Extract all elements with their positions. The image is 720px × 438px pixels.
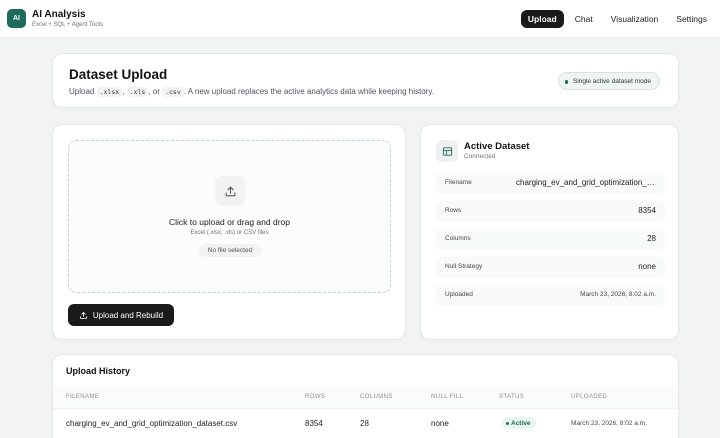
dataset-filename-row: Filename charging_ev_and_grid_optimizati…	[436, 173, 665, 194]
rows-value: 8354	[638, 206, 656, 215]
tab-settings[interactable]: Settings	[669, 10, 714, 28]
file-status: No file selected	[199, 244, 261, 257]
upload-icon	[215, 176, 245, 206]
table-icon	[436, 140, 458, 162]
dataset-columns-row: Columns 28	[436, 229, 665, 250]
filename-label: Filename	[445, 179, 472, 186]
tab-visualization[interactable]: Visualization	[604, 10, 666, 28]
columns-label: Columns	[445, 235, 471, 242]
upload-card: Click to upload or drag and drop Excel (…	[52, 124, 406, 340]
active-dataset-card: Active Dataset Connected Filename chargi…	[420, 124, 679, 340]
dataset-null-strategy-row: Null Strategy none	[436, 257, 665, 278]
upload-history-card: Upload History FILENAME ROWS COLUMNS NUL…	[52, 354, 679, 438]
file-dropzone[interactable]: Click to upload or drag and drop Excel (…	[68, 140, 391, 293]
row-filename: charging_ev_and_grid_optimization_datase…	[66, 419, 238, 428]
upload-history-title: Upload History	[66, 366, 131, 376]
col-status: STATUS	[499, 394, 525, 400]
history-table-header: FILENAME ROWS COLUMNS NULL FILL STATUS U…	[53, 386, 678, 408]
header-divider	[53, 408, 678, 409]
upload-button-label: Upload and Rebuild	[92, 310, 164, 320]
col-columns: COLUMNS	[360, 394, 393, 400]
desc-prefix: Upload	[69, 87, 95, 96]
columns-value: 28	[647, 234, 656, 243]
null-strategy-label: Null Strategy	[445, 263, 483, 270]
rows-label: Rows	[445, 207, 462, 214]
row-null-fill: none	[431, 419, 449, 428]
upload-button-icon	[79, 311, 87, 319]
dropzone-title: Click to upload or drag and drop	[169, 217, 290, 227]
upload-header-card: Dataset Upload Upload .xlsx, .xls, or .c…	[52, 53, 679, 108]
row-columns: 28	[360, 419, 369, 428]
dropzone-subtitle: Excel (.xlsx, .xls) or CSV files	[190, 230, 269, 236]
page-title: Dataset Upload	[69, 67, 168, 82]
app-title: AI Analysis	[32, 9, 86, 20]
desc-sep-2: , or	[148, 87, 160, 96]
active-dot-icon	[506, 421, 509, 425]
row-rows: 8354	[305, 419, 323, 428]
uploaded-label: Uploaded	[445, 291, 473, 298]
col-null-fill: NULL FILL	[431, 394, 464, 400]
mode-badge-label: Single active dataset mode	[572, 77, 651, 85]
col-uploaded: UPLOADED	[571, 394, 608, 400]
mode-badge: Single active dataset mode	[557, 72, 660, 90]
ext-xls: .xls	[126, 87, 149, 97]
top-bar: AI AI Analysis Excel + SQL + Agent Tools…	[0, 0, 720, 38]
dataset-rows-row: Rows 8354	[436, 201, 665, 222]
app-logo[interactable]: AI	[7, 9, 26, 28]
active-dataset-title: Active Dataset	[464, 141, 530, 152]
desc-suffix: . A new upload replaces the active analy…	[183, 87, 434, 96]
col-rows: ROWS	[305, 394, 326, 400]
uploaded-value: March 23, 2026, 8:02 a.m.	[580, 291, 656, 298]
desc-sep-1: ,	[122, 87, 125, 96]
tab-upload[interactable]: Upload	[520, 10, 564, 28]
tab-chat[interactable]: Chat	[568, 10, 600, 28]
row-uploaded: March 23, 2026, 8:02 a.m.	[571, 420, 647, 427]
status-badge: Active	[502, 417, 536, 429]
app-subtitle: Excel + SQL + Agent Tools	[32, 22, 104, 28]
null-strategy-value: none	[638, 262, 656, 271]
ext-xlsx: .xlsx	[96, 87, 123, 97]
dataset-uploaded-row: Uploaded March 23, 2026, 8:02 a.m.	[436, 285, 665, 306]
connection-status: Connected	[464, 153, 496, 160]
main-nav: Upload Chat Visualization Settings	[520, 10, 714, 28]
status-badge-label: Active	[511, 419, 531, 427]
ext-csv: .csv	[162, 87, 184, 97]
page-description: Upload .xlsx, .xls, or .csv. A new uploa…	[69, 87, 434, 97]
status-dot-icon	[564, 80, 569, 84]
upload-and-rebuild-button[interactable]: Upload and Rebuild	[68, 304, 174, 326]
filename-value: charging_ev_and_grid_optimization_datase…	[516, 178, 656, 187]
col-filename: FILENAME	[66, 394, 100, 400]
